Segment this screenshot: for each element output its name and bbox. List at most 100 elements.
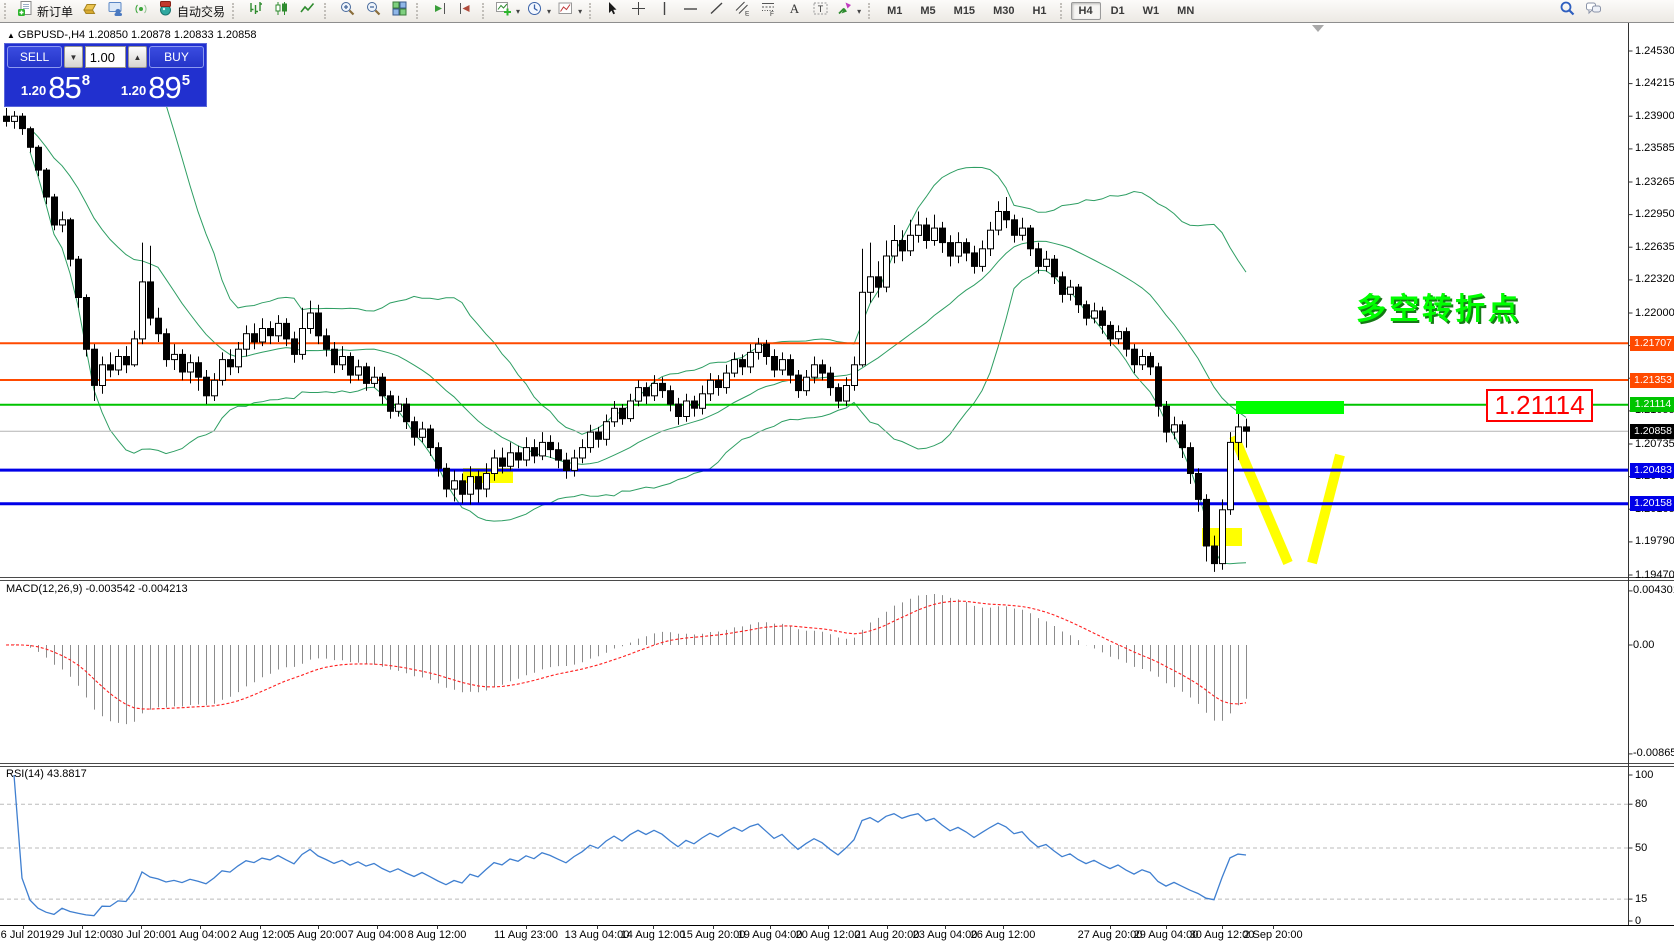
horizontal-line-button[interactable]	[677, 1, 703, 21]
toolbar-separator	[482, 3, 488, 19]
candle	[1076, 284, 1082, 313]
label-button[interactable]: T	[807, 1, 833, 21]
candle	[388, 391, 394, 419]
zoom-out-icon	[365, 0, 382, 22]
candle	[732, 352, 738, 377]
search-button[interactable]	[1554, 1, 1580, 21]
candle	[1012, 215, 1018, 243]
text-button[interactable]: A	[781, 1, 807, 21]
periods-icon	[526, 0, 543, 22]
autotrade-button[interactable]: 自动交易	[154, 1, 228, 21]
search-icon	[1559, 0, 1576, 22]
timeframe-button-h4[interactable]: H4	[1071, 2, 1101, 20]
green-pivot-rect[interactable]	[1236, 401, 1344, 414]
candle	[124, 346, 130, 373]
yellow-v-trendline-left[interactable]	[1234, 436, 1288, 563]
crosshair-button[interactable]	[625, 1, 651, 21]
buy-button[interactable]: BUY	[149, 46, 204, 68]
timeframe-button-h1[interactable]: H1	[1024, 2, 1054, 20]
candle	[300, 308, 306, 360]
candle	[100, 357, 106, 394]
zoom-out-button[interactable]	[360, 1, 386, 21]
market-watch-icon	[81, 0, 98, 22]
candle	[212, 373, 218, 401]
chevron-down-icon[interactable]: ▾	[516, 7, 520, 16]
cursor-button[interactable]	[599, 1, 625, 21]
market-watch-button[interactable]	[76, 1, 102, 21]
tile-windows-icon	[391, 0, 408, 22]
timeframe-button-m15[interactable]: M15	[946, 2, 983, 20]
candle	[356, 360, 362, 381]
sell-button[interactable]: SELL	[7, 46, 62, 68]
auto-scroll-icon	[431, 0, 448, 22]
candle	[588, 425, 594, 453]
timeframe-button-m5[interactable]: M5	[912, 2, 943, 20]
candle	[1068, 280, 1074, 301]
bollinger-lower-band	[30, 152, 1246, 564]
candlestick-button[interactable]	[268, 1, 294, 21]
candle	[60, 212, 66, 233]
toolbar-separator	[1060, 3, 1066, 19]
timeframe-button-w1[interactable]: W1	[1135, 2, 1168, 20]
candle	[852, 357, 858, 391]
data-window-button[interactable]	[102, 1, 128, 21]
timeframe-button-mn[interactable]: MN	[1169, 2, 1202, 20]
channel-button[interactable]: E	[729, 1, 755, 21]
chevron-down-icon[interactable]: ▾	[857, 7, 861, 16]
data-window-icon	[107, 0, 124, 22]
volume-down-button[interactable]: ▼	[64, 46, 83, 68]
buy-price-display[interactable]: 1.20895	[107, 70, 204, 104]
new-order-button-label: 新订单	[37, 3, 73, 20]
signals-button[interactable]	[128, 1, 154, 21]
candle	[1164, 401, 1170, 442]
sell-price-big: 85	[48, 74, 80, 102]
toolbar-separator	[868, 3, 874, 19]
candle	[84, 294, 90, 356]
chart-canvas[interactable]	[0, 0, 1674, 948]
timeframe-button-d1[interactable]: D1	[1103, 2, 1133, 20]
timeframe-button-m1[interactable]: M1	[879, 2, 910, 20]
trendline-button[interactable]	[703, 1, 729, 21]
chat-button[interactable]	[1580, 1, 1606, 21]
chevron-down-icon[interactable]: ▾	[547, 7, 551, 16]
indicators-button[interactable]: ▾	[492, 1, 523, 21]
fibonacci-icon: F	[760, 0, 777, 22]
vertical-line-button[interactable]	[651, 1, 677, 21]
sell-price-display[interactable]: 1.20858	[7, 70, 104, 104]
rsi-line	[14, 775, 1246, 916]
line-chart-button[interactable]	[294, 1, 320, 21]
shapes-button[interactable]: ▾	[833, 1, 864, 21]
volume-input[interactable]: 1.00	[85, 46, 126, 68]
fibonacci-button[interactable]: F	[755, 1, 781, 21]
candle	[692, 396, 698, 417]
candle	[780, 352, 786, 375]
candle	[916, 212, 922, 243]
candle	[252, 323, 258, 349]
candle	[564, 453, 570, 479]
tile-windows-button[interactable]	[386, 1, 412, 21]
candle	[684, 394, 690, 422]
bar-chart-icon	[247, 0, 264, 22]
candle	[1148, 352, 1154, 375]
candle	[532, 439, 538, 463]
crosshair-icon	[630, 0, 647, 22]
templates-button[interactable]: ▾	[554, 1, 585, 21]
candle	[20, 113, 26, 135]
new-order-button[interactable]: 新订单	[14, 1, 76, 21]
bar-chart-button[interactable]	[242, 1, 268, 21]
candle	[940, 222, 946, 253]
candle	[1116, 325, 1122, 344]
toolbar-separator	[589, 3, 595, 19]
volume-up-button[interactable]: ▲	[128, 46, 147, 68]
periods-button[interactable]: ▾	[523, 1, 554, 21]
candle	[180, 349, 186, 380]
timeframe-button-m30[interactable]: M30	[985, 2, 1022, 20]
buy-price-pip: 5	[182, 72, 190, 89]
horizontal-line-icon	[682, 0, 699, 22]
auto-scroll-button[interactable]	[426, 1, 452, 21]
candle	[700, 386, 706, 415]
candle	[1172, 417, 1178, 440]
chart-shift-button[interactable]	[452, 1, 478, 21]
chevron-down-icon[interactable]: ▾	[578, 7, 582, 16]
zoom-in-button[interactable]	[334, 1, 360, 21]
